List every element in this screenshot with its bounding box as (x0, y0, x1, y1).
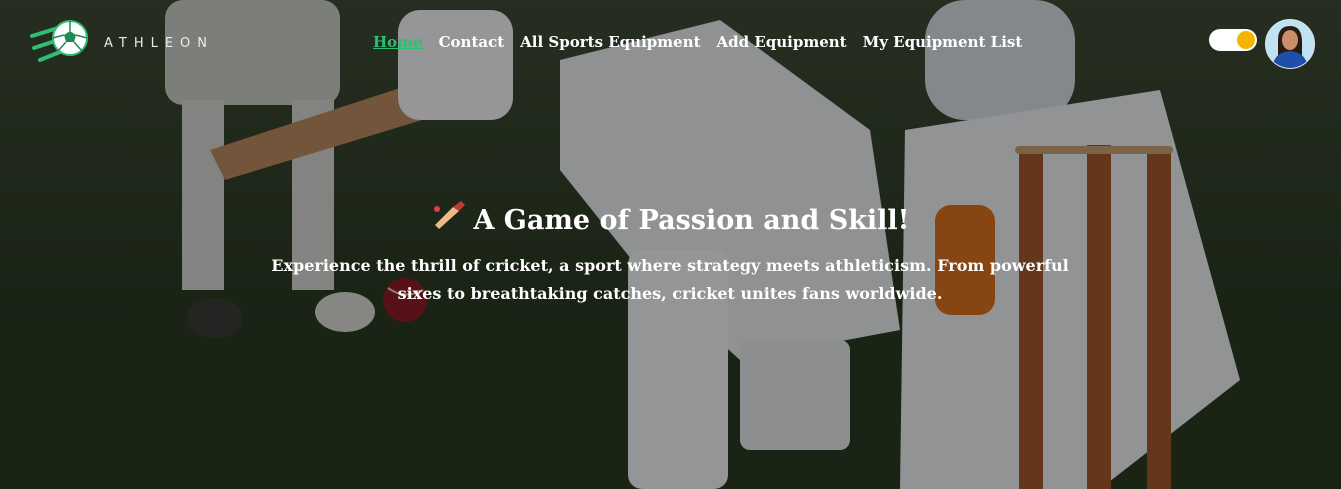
theme-toggle-knob (1237, 31, 1255, 49)
navbar: ATHLEON Home Contact All Sports Equipmen… (0, 0, 1341, 88)
nav-link-add-equipment[interactable]: Add Equipment (717, 33, 847, 51)
hero-section: ATHLEON Home Contact All Sports Equipmen… (0, 0, 1341, 489)
user-avatar[interactable] (1265, 19, 1315, 69)
brand-logo[interactable]: ATHLEON (30, 18, 214, 68)
hero-title: A Game of Passion and Skill! (0, 201, 1341, 236)
user-photo-icon (1266, 20, 1314, 68)
nav-link-home[interactable]: Home (373, 33, 423, 51)
nav-link-contact[interactable]: Contact (439, 33, 505, 51)
soccer-ball-logo-icon (30, 20, 88, 62)
brand-name: ATHLEON (104, 35, 215, 51)
cricket-bat-icon (434, 201, 466, 230)
nav-link-my-equipment-list[interactable]: My Equipment List (863, 33, 1023, 51)
nav-link-all-sports-equipment[interactable]: All Sports Equipment (520, 33, 700, 51)
hero-subtitle: Experience the thrill of cricket, a spor… (271, 256, 1069, 303)
hero-title-text: A Game of Passion and Skill! (473, 205, 910, 237)
nav-links: Home Contact All Sports Equipment Add Eq… (373, 33, 1038, 51)
theme-toggle[interactable] (1209, 29, 1257, 51)
